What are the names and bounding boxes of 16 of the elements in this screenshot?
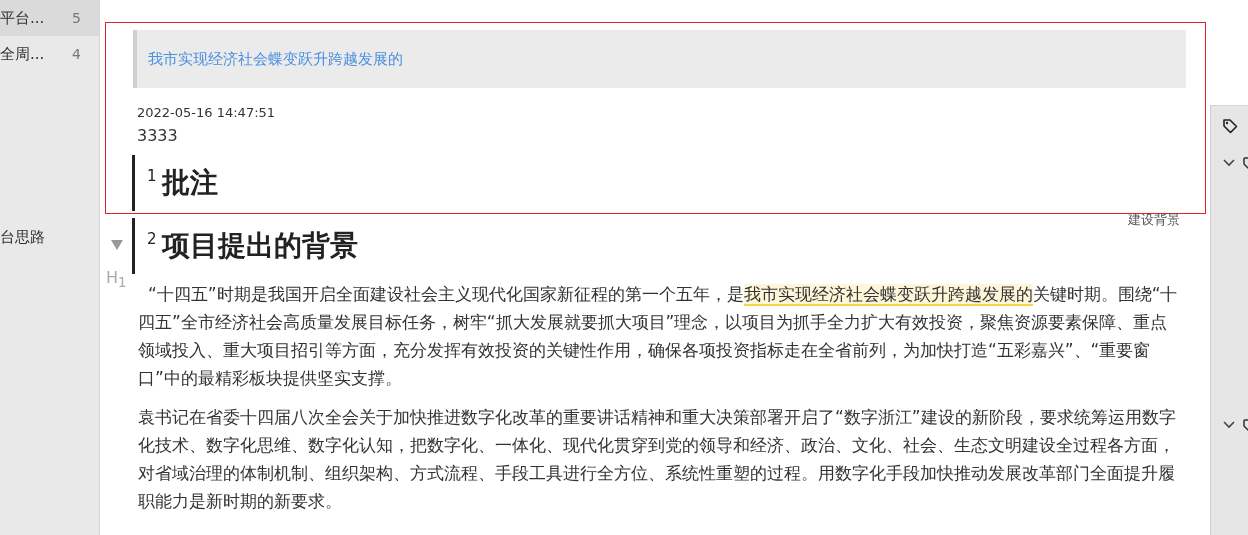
sidebar-item[interactable]: 平台... 5 xyxy=(0,0,99,36)
collapse-icon[interactable] xyxy=(111,240,123,250)
sidebar-item[interactable]: 全周... 4 xyxy=(0,36,99,72)
comment-time: 2022-05-16 14:47:51 xyxy=(137,104,277,122)
paragraph: “十四五”时期是我国开启全面建设社会主义现代化国家新征程的第一个五年，是我市实现经济社会蝶变跃升跨越发展的关键时期。围绕“十四五”全市经济社会高质量发展目标任务，树牢“抓大发展就要抓大项目”理念，以项目为抓手全力扩大有效投资，聚焦资源要素保障、重点领域投入、重大项目招引等方面，充分发挥有效投资的关键性作用，确保各项投资指标走在全省前列，为加快打造“五彩嘉兴”、“重要窗口”中的最精彩板块提供坚实支撑。 xyxy=(138,283,1179,390)
chevron-icon[interactable] xyxy=(1223,159,1235,167)
sidebar-item[interactable]: 台思路 xyxy=(0,219,99,255)
comment-text: 3333 xyxy=(137,125,179,147)
paragraph: 袁书记在省委十四届八次全会关于加快推进数字化改革的重要讲话精神和重大决策部署开启了“数字浙江”建设的新阶段，要求统筹运用数字化技术、数字化思维、数字化认知，把数字化、一体化、现代化贯穿到党的领导和经济、政治、文化、社会、生态文明建设全过程各方面，对省域治理的体制机制、组织架构、方式流程、手段工具进行全方位、系统性重塑的过程。用数字化手段加快推动发展改革部门全面提升履职能力是新时期的新要求。 xyxy=(138,406,1177,513)
heading: $^{2}$ 项目提出的背景 xyxy=(132,218,358,274)
tag-icon[interactable] xyxy=(1222,118,1238,134)
chevron-icon[interactable] xyxy=(1223,421,1235,429)
side-note: 建设背景 xyxy=(1128,211,1180,229)
heading-level-label: H$_{1}$ xyxy=(106,268,127,291)
heading: $^{1}$ 批注 xyxy=(132,155,218,211)
quoted-text: 我市实现经济社会蝶变跃升跨越发展的 xyxy=(133,30,1186,88)
